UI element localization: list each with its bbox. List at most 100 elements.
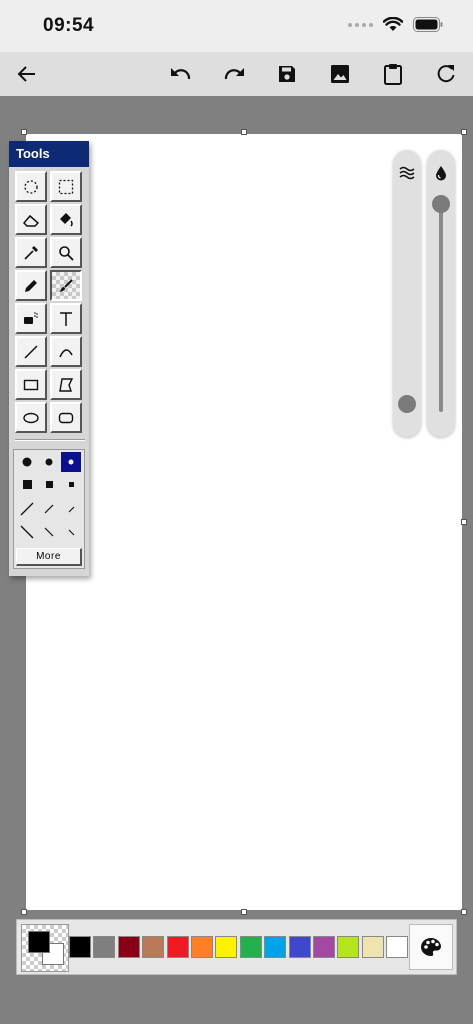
color-swatch[interactable] xyxy=(361,936,384,958)
ellipse-icon xyxy=(23,412,39,423)
brush-option-medium-round[interactable] xyxy=(39,452,59,472)
color-swatch[interactable] xyxy=(337,936,360,958)
brush-icon xyxy=(60,278,73,292)
back-slash-large-icon xyxy=(20,525,34,539)
resize-handle-top[interactable] xyxy=(241,129,247,135)
more-button[interactable]: More xyxy=(16,548,82,566)
back-slash-medium-icon xyxy=(44,527,54,537)
top-toolbar xyxy=(0,52,473,96)
line-icon xyxy=(24,344,38,359)
brush-options: More xyxy=(13,449,85,569)
back-button[interactable] xyxy=(13,60,41,88)
image-button[interactable] xyxy=(326,60,354,88)
undo-button[interactable] xyxy=(167,60,195,88)
waves-icon xyxy=(398,164,416,182)
brush-tool[interactable] xyxy=(50,270,82,301)
brush-option-large-back-slash[interactable] xyxy=(17,522,37,542)
status-icons xyxy=(348,17,443,32)
airbrush-icon xyxy=(24,311,38,324)
color-swatch[interactable] xyxy=(93,936,116,958)
brush-option-medium-square[interactable] xyxy=(39,474,59,494)
resize-handle-bottom-left[interactable] xyxy=(21,909,27,915)
rectangle-icon xyxy=(23,379,39,390)
size-slider-thumb[interactable] xyxy=(432,195,450,213)
back-slash-small-icon xyxy=(68,529,74,535)
color-swatch[interactable] xyxy=(288,936,311,958)
polygon-tool[interactable] xyxy=(50,369,82,400)
refresh-button[interactable] xyxy=(432,60,460,88)
save-button[interactable] xyxy=(273,60,301,88)
color-swatch[interactable] xyxy=(386,936,409,958)
color-palette-bar xyxy=(16,919,457,975)
color-swatch[interactable] xyxy=(264,936,287,958)
opacity-slider-thumb[interactable] xyxy=(398,395,416,413)
resize-handle-top-right[interactable] xyxy=(461,129,467,135)
color-swatch[interactable] xyxy=(191,936,213,958)
resize-handle-right[interactable] xyxy=(461,519,467,525)
airbrush-tool[interactable] xyxy=(15,303,47,334)
wifi-icon xyxy=(383,17,403,31)
rect-select-icon xyxy=(58,179,74,194)
back-arrow-icon xyxy=(17,66,35,82)
image-icon xyxy=(331,65,349,83)
current-colors-preview[interactable] xyxy=(21,924,69,972)
line-tool[interactable] xyxy=(15,336,47,367)
curve-tool[interactable] xyxy=(50,336,82,367)
color-swatch[interactable] xyxy=(239,936,262,958)
square-dot-small-icon xyxy=(68,481,74,487)
resize-handle-bottom[interactable] xyxy=(241,909,247,915)
eraser-icon xyxy=(23,214,39,227)
pencil-tool[interactable] xyxy=(15,270,47,301)
tools-divider xyxy=(15,439,85,441)
forward-slash-small-icon xyxy=(68,506,74,512)
refresh-icon xyxy=(437,65,455,83)
cellular-signal-icon xyxy=(348,22,373,27)
rounded-rectangle-tool[interactable] xyxy=(50,402,82,433)
free-form-select-tool[interactable] xyxy=(15,171,47,202)
fill-bucket-tool[interactable] xyxy=(50,204,82,235)
brush-option-medium-back-slash[interactable] xyxy=(39,522,59,542)
color-picker-tool[interactable] xyxy=(15,237,47,268)
size-slider[interactable] xyxy=(427,150,455,437)
foreground-color[interactable] xyxy=(28,931,50,953)
magnifier-tool[interactable] xyxy=(50,237,82,268)
color-palette-button[interactable] xyxy=(409,924,453,970)
status-bar: 09:54 xyxy=(0,0,473,52)
round-dot-large-icon xyxy=(22,457,32,467)
opacity-slider[interactable] xyxy=(393,150,421,437)
color-swatch[interactable] xyxy=(117,936,140,958)
ellipse-tool[interactable] xyxy=(15,402,47,433)
rounded-rectangle-icon xyxy=(58,412,74,423)
rectangle-tool[interactable] xyxy=(15,369,47,400)
brush-option-small-round[interactable] xyxy=(61,452,81,472)
clipboard-icon xyxy=(384,64,402,85)
brush-option-small-back-slash[interactable] xyxy=(61,522,81,542)
rect-select-tool[interactable] xyxy=(50,171,82,202)
tools-panel-title: Tools xyxy=(9,141,89,167)
eyedropper-icon xyxy=(24,245,38,260)
round-dot-medium-icon xyxy=(45,458,53,466)
eraser-tool[interactable] xyxy=(15,204,47,235)
brush-option-large-round[interactable] xyxy=(17,452,37,472)
drop-icon xyxy=(432,164,450,182)
round-dot-small-icon xyxy=(68,459,74,465)
brush-option-small-forward-slash[interactable] xyxy=(61,499,81,519)
color-swatch[interactable] xyxy=(69,936,91,958)
resize-handle-top-left[interactable] xyxy=(21,129,27,135)
tools-panel: Tools More xyxy=(9,141,89,576)
clipboard-button[interactable] xyxy=(379,60,407,88)
text-tool[interactable] xyxy=(50,303,82,334)
color-swatch[interactable] xyxy=(166,936,189,958)
color-swatch[interactable] xyxy=(142,936,165,958)
redo-button[interactable] xyxy=(220,60,248,88)
palette-icon xyxy=(421,938,441,956)
square-dot-medium-icon xyxy=(45,480,53,488)
color-swatch[interactable] xyxy=(313,936,335,958)
resize-handle-bottom-right[interactable] xyxy=(461,909,467,915)
brush-option-large-forward-slash[interactable] xyxy=(17,499,37,519)
brush-option-medium-forward-slash[interactable] xyxy=(39,499,59,519)
brush-option-large-square[interactable] xyxy=(17,474,37,494)
color-swatch[interactable] xyxy=(215,936,238,958)
fill-bucket-icon xyxy=(60,212,73,227)
brush-option-small-square[interactable] xyxy=(61,474,81,494)
